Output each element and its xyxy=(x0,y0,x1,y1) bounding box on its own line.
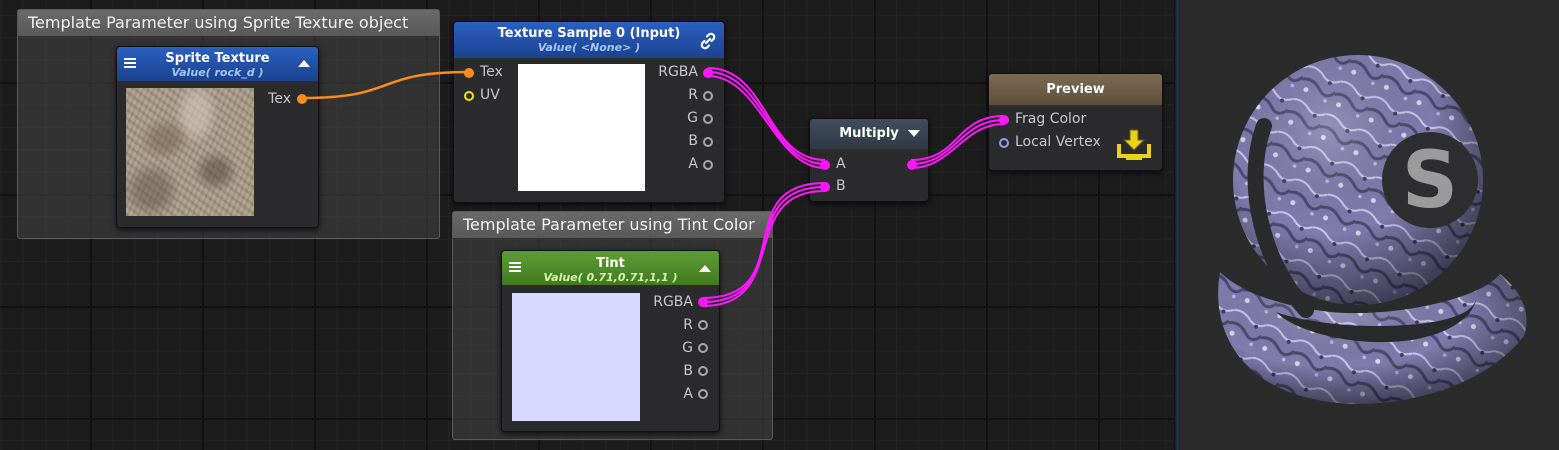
port-label-a: A xyxy=(836,156,846,172)
port-label-b: B xyxy=(836,178,846,194)
group-title[interactable]: Template Parameter using Sprite Texture … xyxy=(18,10,439,36)
output-port-g[interactable] xyxy=(703,114,713,124)
multiply-node[interactable]: Multiply A B xyxy=(809,118,929,202)
input-port-a[interactable] xyxy=(820,160,830,170)
node-subtitle: Value( <None> ) xyxy=(537,41,641,54)
wire-rgba-to-multiply-a[interactable] xyxy=(707,67,826,169)
port-label-r: R xyxy=(688,87,698,103)
node-title: Sprite Texture xyxy=(165,51,270,66)
output-port-rgba[interactable] xyxy=(698,297,708,307)
sprite-texture-node[interactable]: Sprite Texture Value( rock_d ) Tex xyxy=(116,46,319,228)
input-port-local-vertex[interactable] xyxy=(999,138,1009,148)
expand-triangle-icon[interactable] xyxy=(908,130,920,137)
input-port-uv[interactable] xyxy=(464,91,474,101)
link-icon[interactable] xyxy=(698,31,718,51)
output-port-rgba[interactable] xyxy=(703,68,713,78)
node-title: Tint xyxy=(596,256,625,271)
input-port-b[interactable] xyxy=(820,182,830,192)
port-label-g: G xyxy=(682,340,693,356)
node-subtitle: Value( 0.71,0.71,1,1 ) xyxy=(543,271,678,284)
group-title[interactable]: Template Parameter using Tint Color xyxy=(453,212,772,238)
port-label-frag-color: Frag Color xyxy=(1015,111,1087,127)
port-label-rgba: RGBA xyxy=(653,294,693,310)
node-header[interactable]: Preview xyxy=(989,74,1162,105)
port-label-g: G xyxy=(687,110,698,126)
input-port-frag-color[interactable] xyxy=(999,115,1009,125)
tint-color-node[interactable]: Tint Value( 0.71,0.71,1,1 ) RGBA R G B A xyxy=(501,250,720,432)
shader-ball-preview[interactable]: S xyxy=(1180,0,1559,450)
output-port-a[interactable] xyxy=(698,389,708,399)
port-label-a: A xyxy=(683,386,693,402)
port-label-tex: Tex xyxy=(480,64,503,80)
port-label-b: B xyxy=(683,363,693,379)
output-port-a[interactable] xyxy=(703,160,713,170)
port-label-a: A xyxy=(688,156,698,172)
node-title: Preview xyxy=(1046,82,1105,97)
port-label-b: B xyxy=(688,133,698,149)
output-port-r[interactable] xyxy=(698,320,708,330)
node-header[interactable]: Tint Value( 0.71,0.71,1,1 ) xyxy=(502,251,719,285)
output-port-tex[interactable] xyxy=(297,94,307,104)
hamburger-menu-icon[interactable] xyxy=(509,262,521,272)
output-port-g[interactable] xyxy=(698,343,708,353)
collapse-triangle-icon[interactable] xyxy=(699,265,711,272)
port-label-local-vertex: Local Vertex xyxy=(1015,134,1101,150)
rock-texture-thumbnail xyxy=(126,88,254,216)
tint-color-swatch[interactable] xyxy=(512,293,640,421)
node-header[interactable]: Texture Sample 0 (Input) Value( <None> ) xyxy=(454,22,724,58)
preview-output-node[interactable]: Preview Frag Color Local Vertex xyxy=(988,73,1163,171)
port-label-r: R xyxy=(683,317,693,333)
port-label-uv: UV xyxy=(480,87,500,103)
output-port-b[interactable] xyxy=(698,366,708,376)
node-header[interactable]: Sprite Texture Value( rock_d ) xyxy=(117,47,318,81)
download-tray-icon[interactable] xyxy=(1116,127,1152,161)
output-port-b[interactable] xyxy=(703,137,713,147)
node-graph-canvas[interactable]: Template Parameter using Sprite Texture … xyxy=(0,0,1174,450)
collapse-triangle-icon[interactable] xyxy=(298,60,310,67)
texture-sample-preview xyxy=(518,64,645,191)
node-title: Texture Sample 0 (Input) xyxy=(497,26,681,41)
port-label-rgba: RGBA xyxy=(658,64,698,80)
node-subtitle: Value( rock_d ) xyxy=(171,66,264,79)
texture-sample-node[interactable]: Texture Sample 0 (Input) Value( <None> )… xyxy=(453,21,725,203)
output-port-result[interactable] xyxy=(907,160,917,170)
input-port-tex[interactable] xyxy=(464,68,474,78)
hamburger-menu-icon[interactable] xyxy=(124,58,136,68)
port-label-tex: Tex xyxy=(268,91,291,107)
preview-viewport[interactable]: S xyxy=(1180,0,1559,450)
shader-s-logo: S xyxy=(1402,136,1458,226)
output-port-r[interactable] xyxy=(703,91,713,101)
node-header[interactable]: Multiply xyxy=(810,119,928,149)
